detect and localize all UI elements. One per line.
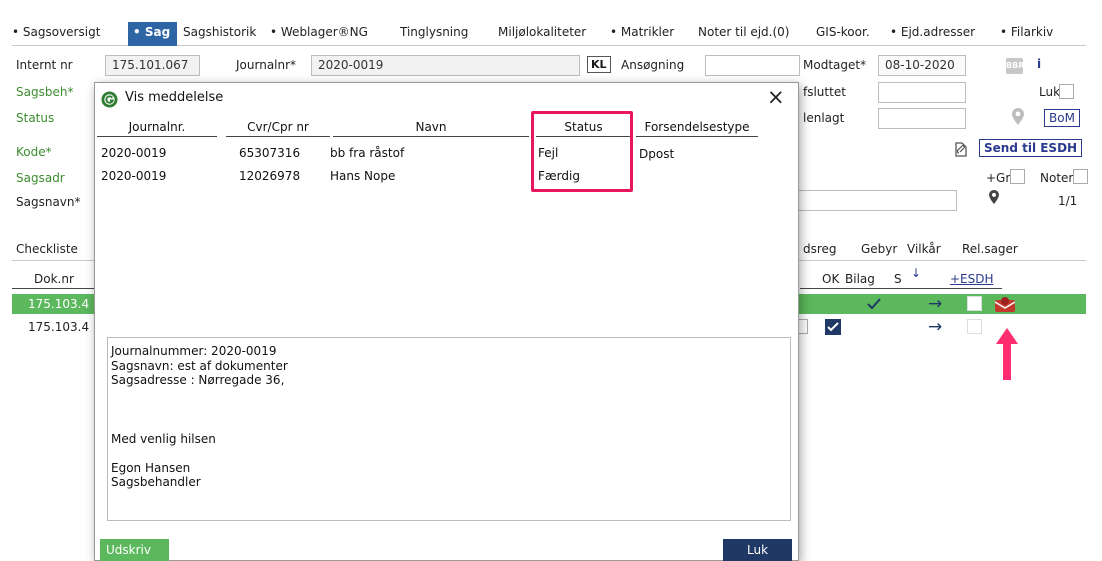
col-journalnr[interactable]: Journalnr. [97,120,217,137]
noter-checkbox[interactable] [1073,169,1088,184]
ok-header[interactable]: OK [822,272,839,286]
col-cvr-cpr[interactable]: Cvr/Cpr nr [226,120,330,137]
row2-navn: Hans Nope [330,169,396,183]
envelope-error-icon[interactable] [995,296,1015,312]
tab-checkliste[interactable]: Checkliste [16,242,78,256]
journalnr-field[interactable]: 2020-0019 [311,55,580,76]
esdh-checkbox[interactable] [967,319,982,334]
message-line [111,402,790,417]
close-icon[interactable]: × [767,85,785,109]
tab-tinglysning[interactable]: Tinglysning [400,25,468,39]
kl-badge[interactable]: KL [587,56,611,73]
gr-label: +Gr [986,171,1011,185]
message-line: Med venlig hilsen [111,431,216,446]
message-line: Egon Hansen [111,460,191,475]
message-line: Sagsnavn: est af dokumenter [111,358,288,373]
top-tab-bar: • Sagsoversigt • Sag Sagshistorik • Webl… [12,22,1086,46]
message-line: Sagsbehandler [111,475,201,490]
message-line: Journalnummer: 2020-0019 [111,344,277,358]
journalnr-label: Journalnr* [236,58,297,72]
app-window: • Sagsoversigt • Sag Sagshistorik • Webl… [0,0,1102,561]
gr-checkbox[interactable] [1010,169,1025,184]
tab-miljoelokaliteter[interactable]: Miljølokaliteter [498,25,586,39]
row1-forsendelse: Dpost [639,147,675,161]
col-navn[interactable]: Navn [333,120,529,137]
message-line [111,446,790,461]
status-highlight-box [531,111,633,192]
tab-noter-til-ejd[interactable]: Noter til ejd.(0) [698,25,790,39]
esdh-header[interactable]: +ESDH [950,272,994,286]
dok-nr-header[interactable]: Dok.nr [34,272,74,286]
luk-checkbox[interactable] [1059,84,1074,99]
app-logo-icon [101,91,118,108]
page-count: 1/1 [1058,194,1078,208]
header-underline [800,288,1002,289]
tab-gebyr[interactable]: Gebyr [861,242,897,256]
ansoegning-label: Ansøgning [621,58,685,72]
bom-button[interactable]: BoM [1044,109,1080,127]
col-forsendelsestype[interactable]: Forsendelsestype [636,120,758,137]
s-header[interactable]: S [894,272,902,286]
row1-navn: bb fra råstof [330,146,405,160]
dok-nr-cell: 175.103.4 [28,297,90,311]
status-label: Status [16,111,55,125]
luk-button[interactable]: Luk [723,539,792,561]
internt-nr-field: 175.101.067 [105,55,200,76]
attach-document-icon[interactable] [952,141,968,158]
udskriv-button[interactable]: Udskriv [100,539,169,561]
sagsnavn-label: Sagsnavn* [16,195,81,209]
info-icon[interactable]: i [1037,57,1041,71]
esdh-checkbox[interactable] [967,296,982,311]
annotation-arrow-up-icon [996,328,1018,380]
message-line [111,388,790,403]
afsluttet-field[interactable] [878,82,966,103]
arrow-right-icon[interactable]: → [928,294,942,314]
tab-sagshistorik[interactable]: Sagshistorik [183,25,256,39]
tab-weblager[interactable]: • Weblager®NG [270,25,368,39]
send-til-esdh-button[interactable]: Send til ESDH [979,139,1083,157]
tab-matrikler[interactable]: • Matrikler [610,25,674,39]
ansoegning-field[interactable] [705,55,800,76]
internt-nr-label: Internt nr [16,58,73,72]
dok-nr-cell: 175.103.4 [28,320,90,334]
row1-cvr: 65307316 [239,146,301,160]
dok-nr-underline [12,288,94,289]
download-arrow-header[interactable]: ↓ [911,266,921,280]
vis-meddelelse-dialog: Vis meddelelse × Journalnr. Cvr/Cpr nr N… [94,82,799,561]
tab-sag[interactable]: • Sag [128,22,178,46]
sagsnavn-field[interactable] [797,190,957,211]
henlagt-field[interactable] [878,108,966,129]
row2-journalnr: 2020-0019 [101,169,167,183]
sagsadr-label: Sagsadr [16,171,65,185]
dialog-title: Vis meddelelse [125,90,224,105]
message-line [111,417,790,432]
arrow-right-icon[interactable]: → [928,317,942,337]
tab-sagsoversigt[interactable]: • Sagsoversigt [12,25,100,39]
noter-label: Noter [1040,171,1074,185]
luk-label: Luk [1039,85,1061,99]
henlagt-label: lenlagt [803,111,845,125]
tab-gis-koor[interactable]: GIS-koor. [816,25,870,39]
tab-rel-sager[interactable]: Rel.sager [962,242,1018,256]
tab-vilkaar[interactable]: Vilkår [907,242,941,256]
row1-journalnr: 2020-0019 [101,146,167,160]
message-text-area[interactable]: Journalnummer: 2020-0019 Sagsnavn: est a… [107,337,791,521]
location-pin-icon[interactable] [1012,108,1024,125]
checkmark-icon [867,298,881,310]
bilag-header[interactable]: Bilag [845,272,875,286]
message-line: Sagsadresse : Nørregade 36, [111,373,285,388]
ok-checkbox-checked[interactable] [825,319,841,335]
bbr-icon[interactable]: BBR [1006,58,1024,74]
kode-label: Kode* [16,145,52,159]
afsluttet-label: fsluttet [803,85,846,99]
sagsbeh-label: Sagsbeh* [16,85,74,99]
modtaget-label: Modtaget* [803,58,867,72]
tab-dsreg[interactable]: dsreg [803,242,837,256]
row2-cvr: 12026978 [239,169,301,183]
map-marker-icon[interactable] [989,190,999,204]
modtaget-field[interactable]: 08-10-2020 [878,55,966,76]
tab-filarkiv[interactable]: • Filarkiv [1000,25,1053,39]
tab-ejd-adresser[interactable]: • Ejd.adresser [890,25,975,39]
